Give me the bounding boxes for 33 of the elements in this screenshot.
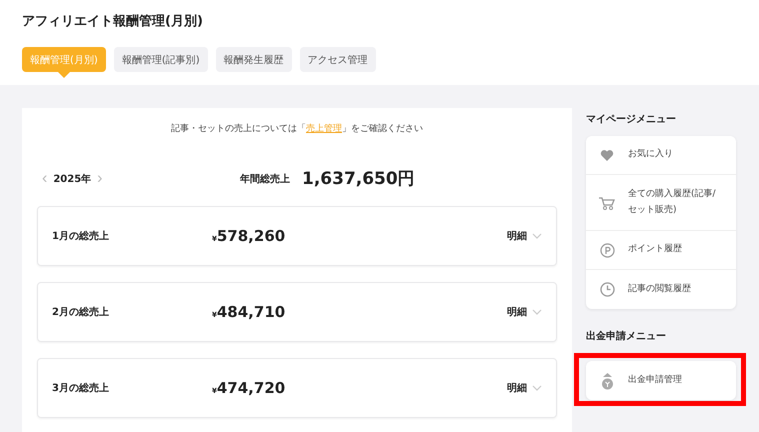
detail-toggle[interactable]: 明細: [507, 305, 542, 319]
month-label: 1月の総売上: [52, 230, 110, 243]
annual-total-value: 1,637,650円: [302, 168, 415, 190]
menu-item[interactable]: 全ての購入履歴(記事/セット販売): [586, 175, 736, 231]
clock-icon: [600, 282, 614, 297]
cart-icon: [598, 194, 616, 210]
tab[interactable]: 報酬管理(記事別): [114, 47, 208, 72]
detail-toggle[interactable]: 明細: [507, 229, 542, 243]
annual-total-label: 年間総売上: [240, 172, 290, 186]
tab[interactable]: 報酬発生履歴: [216, 47, 292, 72]
chevron-down-icon: [532, 233, 542, 239]
detail-toggle[interactable]: 明細: [507, 381, 542, 395]
chevron-down-icon: [532, 309, 542, 315]
notice-text: 記事・セットの売上については「売上管理」をご確認ください: [170, 122, 424, 135]
menu-heading: マイページメニュー: [586, 113, 677, 126]
menu-item[interactable]: ポイント履歴: [586, 231, 736, 270]
tab-pointer-icon: [58, 72, 70, 78]
heart-icon: [600, 148, 614, 162]
menu-heading: 出金申請メニュー: [586, 330, 667, 343]
menu-item[interactable]: 出金申請管理: [586, 361, 736, 400]
tab[interactable]: アクセス管理: [300, 47, 376, 72]
point-icon: [600, 242, 614, 258]
menu-item[interactable]: お気に入り: [586, 136, 736, 175]
month-amount: 578,260: [216, 227, 286, 245]
coin-bag-icon: [600, 372, 614, 390]
menu-item[interactable]: 記事の閲覧履歴: [586, 270, 736, 309]
chevron-down-icon: [532, 385, 542, 391]
page-title: アフィリエイト報酬管理(月別): [22, 13, 204, 30]
month-label: 2月の総売上: [52, 306, 110, 319]
month-amount: 474,720: [216, 379, 286, 397]
month-label: 3月の総売上: [52, 382, 110, 395]
year-label: 2025年: [53, 172, 92, 186]
month-amount: 484,710: [216, 303, 286, 321]
